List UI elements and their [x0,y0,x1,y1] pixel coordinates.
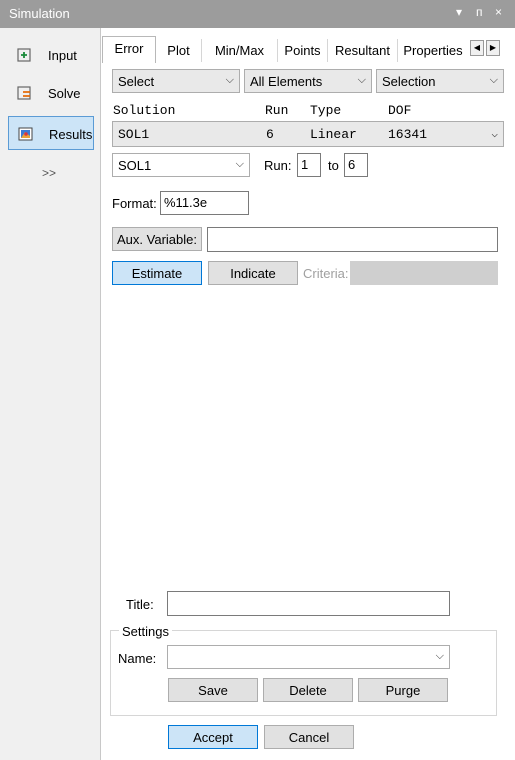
name-label: Name: [118,651,157,666]
chevron-down-icon: ⌵ [235,158,244,170]
pin-icon[interactable]: ᴨ [476,5,483,19]
run-label: Run: [264,158,292,173]
chevron-down-icon: ⌵ [225,74,234,86]
tab-error[interactable]: Error [102,36,156,63]
solve-icon [17,86,31,100]
close-icon[interactable]: × [495,5,502,19]
tab-strip: Error Plot Min/Max Points Resultant Prop… [100,36,512,63]
chevron-down-icon: ⌵ [489,74,498,86]
type-cell: Linear [310,127,357,142]
title-label: Title: [126,597,154,612]
select-mode-value: Select [118,74,155,89]
criteria-label: Criteria: [303,266,349,281]
sidebar-item-label: Input [48,48,77,63]
aux-variable-input[interactable] [207,227,498,252]
chevron-down-icon: ⌵ [491,129,498,141]
format-label: Format: [112,196,157,211]
chevron-down-icon: ⌵ [357,74,366,86]
tab-points[interactable]: Points [278,39,328,62]
name-dropdown[interactable]: ⌵ [167,645,450,669]
solution-header: Solution [113,103,176,118]
run-cell: 6 [266,127,274,142]
tab-plot[interactable]: Plot [156,39,202,62]
input-icon [17,48,31,62]
sidebar-item-input[interactable]: Input [8,38,94,72]
sidebar-item-label: Results [49,127,93,142]
solution-cell: SOL1 [118,127,150,142]
sidebar: Input Solve Results >> [0,28,100,760]
selection-dropdown[interactable]: Selection ⌵ [376,69,504,93]
results-icon [18,127,33,141]
dof-cell: 16341 [388,127,428,142]
run-from-input[interactable]: 1 [297,153,321,177]
solution-table-dropdown[interactable]: SOL1 6 Linear 16341 ⌵ [112,121,504,147]
save-button[interactable]: Save [168,678,258,702]
sidebar-item-label: Solve [48,86,81,101]
run-to-input[interactable]: 6 [344,153,368,177]
tab-properties[interactable]: Properties [398,39,468,62]
criteria-input [350,261,498,285]
solution-dropdown[interactable]: SOL1 ⌵ [112,153,250,177]
chevron-down-icon: ⌵ [435,650,444,662]
elements-dropdown[interactable]: All Elements ⌵ [244,69,372,93]
tab-scroll-left-icon[interactable]: ◀ [470,40,484,56]
dropdown-icon[interactable]: ▾ [456,5,462,19]
type-header: Type [310,103,342,118]
aux-variable-button[interactable]: Aux. Variable: [112,227,202,251]
tab-scroll-right-icon[interactable]: ▶ [486,40,500,56]
expand-sidebar-button[interactable]: >> [42,166,56,180]
format-input[interactable]: %11.3e [160,191,249,215]
dof-header: DOF [388,103,412,118]
sidebar-item-results[interactable]: Results [8,116,94,150]
settings-group [110,630,497,716]
title-input[interactable] [167,591,450,616]
solution-dropdown-value: SOL1 [118,158,152,173]
purge-button[interactable]: Purge [358,678,448,702]
cancel-button[interactable]: Cancel [264,725,354,749]
tab-min-max[interactable]: Min/Max [202,39,278,62]
select-mode-dropdown[interactable]: Select ⌵ [112,69,240,93]
settings-legend: Settings [119,624,172,639]
tab-resultant[interactable]: Resultant [328,39,398,62]
run-header: Run [265,103,289,118]
estimate-button[interactable]: Estimate [112,261,202,285]
sidebar-item-solve[interactable]: Solve [8,76,94,110]
indicate-button[interactable]: Indicate [208,261,298,285]
window-title: Simulation [9,6,70,21]
accept-button[interactable]: Accept [168,725,258,749]
elements-value: All Elements [250,74,323,89]
delete-button[interactable]: Delete [263,678,353,702]
window-titlebar: Simulation ▾ ᴨ × [0,0,515,28]
selection-value: Selection [382,74,436,89]
run-to-label: to [328,158,339,173]
